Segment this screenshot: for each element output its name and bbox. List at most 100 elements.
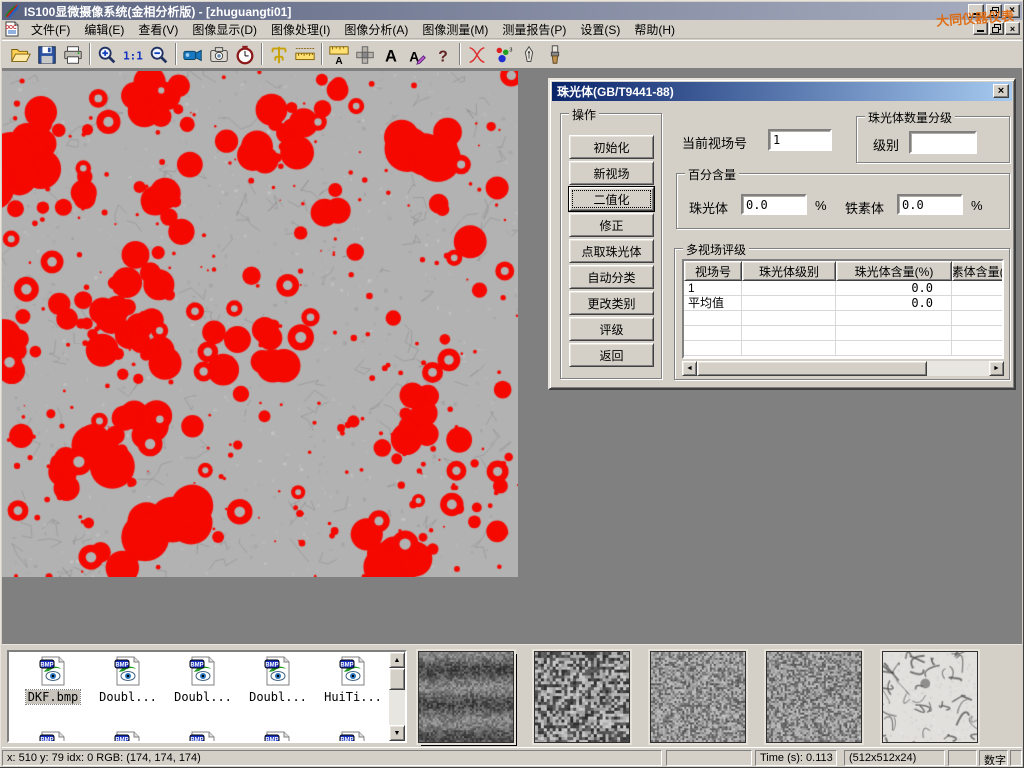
- measure-text-icon[interactable]: A: [326, 42, 352, 67]
- thumbnail-5[interactable]: [882, 651, 978, 743]
- table-row-5[interactable]: [684, 341, 1002, 356]
- scrollbar-thumb[interactable]: [389, 668, 405, 690]
- thumbnail-3[interactable]: [650, 651, 746, 743]
- scroll-up-button[interactable]: ▲: [389, 652, 405, 668]
- timer-icon[interactable]: [232, 42, 258, 67]
- caliper-icon[interactable]: [266, 42, 292, 67]
- file-item-clipped[interactable]: BMP: [319, 731, 387, 743]
- menu-文件(F)[interactable]: 文件(F): [24, 21, 77, 39]
- scroll-right-button[interactable]: ►: [989, 361, 1004, 376]
- table-row-3[interactable]: [684, 311, 1002, 326]
- dialog-button-自动分类[interactable]: 自动分类: [569, 265, 654, 289]
- grading-group: 珠光体数量分级 级别: [856, 116, 1010, 163]
- save-icon[interactable]: [34, 42, 60, 67]
- title-bar: IS100显微摄像系统(金相分析版) - [zhuguangti01] ×: [2, 2, 1022, 20]
- file-list: BMP DKF.bmp BMP Doubl... BMP Doubl... BM…: [7, 650, 407, 743]
- annotate-icon[interactable]: A: [404, 42, 430, 67]
- brush-tool-icon[interactable]: [542, 42, 568, 67]
- close-button[interactable]: ×: [1004, 4, 1020, 18]
- dialog-button-二值化[interactable]: 二值化: [569, 187, 654, 211]
- scrollbar-thumb[interactable]: [697, 361, 927, 376]
- restore-button[interactable]: [986, 4, 1002, 18]
- dialog-button-评级[interactable]: 评级: [569, 317, 654, 341]
- child-minimize-button[interactable]: [973, 22, 988, 35]
- menu-测量报告(P)[interactable]: 测量报告(P): [495, 21, 573, 39]
- window-title: IS100显微摄像系统(金相分析版) - [zhuguangti01]: [24, 3, 291, 20]
- dialog-title-bar[interactable]: 珠光体(GB/T9441-88): [552, 82, 1012, 101]
- scroll-left-button[interactable]: ◄: [682, 361, 697, 376]
- dialog-close-button[interactable]: ×: [993, 84, 1009, 98]
- grid-tool-icon[interactable]: [352, 42, 378, 67]
- table-row-1[interactable]: 10.0: [684, 281, 1002, 296]
- table-header-1[interactable]: 视场号: [684, 261, 742, 281]
- thumbnail-4[interactable]: [766, 651, 862, 743]
- file-item-Doubl...[interactable]: BMP Doubl...: [94, 656, 162, 704]
- curve-select-icon[interactable]: [464, 42, 490, 67]
- classify-points-icon[interactable]: 3: [490, 42, 516, 67]
- table-horizontal-scrollbar[interactable]: ◄ ►: [682, 361, 1004, 376]
- ferrite-percent-input[interactable]: [897, 194, 963, 215]
- file-item-Doubl...[interactable]: BMP Doubl...: [169, 656, 237, 704]
- child-close-button[interactable]: ×: [1005, 22, 1020, 35]
- dialog-button-新视场[interactable]: 新视场: [569, 161, 654, 185]
- zoom-in-icon[interactable]: [94, 42, 120, 67]
- ruler-icon[interactable]: [292, 42, 318, 67]
- file-item-Doubl...[interactable]: BMP Doubl...: [244, 656, 312, 704]
- toolbar-separator: [321, 43, 323, 65]
- zoom-out-icon[interactable]: [146, 42, 172, 67]
- table-header-4[interactable]: 铁素体含量(%): [952, 261, 1004, 281]
- bmp-file-icon: BMP: [38, 675, 68, 689]
- metallograph-image[interactable]: [2, 71, 518, 577]
- actual-size-icon[interactable]: 1:1: [120, 42, 146, 67]
- menu-查看(V)[interactable]: 查看(V): [131, 21, 185, 39]
- table-cell: [836, 311, 952, 326]
- current-field-input[interactable]: [768, 129, 832, 151]
- open-file-icon[interactable]: [8, 42, 34, 67]
- menu-编辑(E)[interactable]: 编辑(E): [77, 21, 131, 39]
- table-row-2[interactable]: 平均值0.0: [684, 296, 1002, 311]
- minimize-button[interactable]: [968, 4, 984, 18]
- table-header-3[interactable]: 珠光体含量(%): [836, 261, 952, 281]
- menu-图像分析(A)[interactable]: 图像分析(A): [337, 21, 415, 39]
- thumbnail-2[interactable]: [534, 651, 630, 743]
- scroll-down-button[interactable]: ▼: [389, 725, 405, 741]
- menu-帮助(H)[interactable]: 帮助(H): [627, 21, 682, 39]
- dialog-button-修正[interactable]: 修正: [569, 213, 654, 237]
- file-item-HuiTi...[interactable]: BMP HuiTi...: [319, 656, 387, 704]
- camera-capture-icon[interactable]: [206, 42, 232, 67]
- print-icon[interactable]: [60, 42, 86, 67]
- bmp-file-icon: BMP: [263, 675, 293, 689]
- table-cell: [742, 341, 836, 356]
- pen-tool-icon[interactable]: [516, 42, 542, 67]
- table-row-4[interactable]: [684, 326, 1002, 341]
- menu-图像测量(M)[interactable]: 图像测量(M): [415, 21, 495, 39]
- menu-设置(S)[interactable]: 设置(S): [573, 21, 627, 39]
- file-list-scrollbar[interactable]: ▲ ▼: [389, 652, 405, 741]
- dialog-button-更改类别[interactable]: 更改类别: [569, 291, 654, 315]
- thumbnail-1[interactable]: [418, 651, 514, 743]
- mdi-child-buttons: ×: [973, 22, 1020, 35]
- status-panel-empty: [1010, 750, 1022, 766]
- document-icon[interactable]: DOC: [4, 21, 20, 37]
- text-label-icon[interactable]: A: [378, 42, 404, 67]
- image-size-status: (512x512x24): [844, 750, 945, 766]
- pearlite-percent-input[interactable]: [741, 194, 807, 215]
- grade-input[interactable]: [909, 131, 977, 154]
- help-icon[interactable]: ?: [430, 42, 456, 67]
- menu-图像显示(D)[interactable]: 图像显示(D): [185, 21, 264, 39]
- file-item-clipped[interactable]: BMP: [169, 731, 237, 743]
- file-item-DKF.bmp[interactable]: BMP DKF.bmp: [19, 656, 87, 704]
- file-item-clipped[interactable]: BMP: [94, 731, 162, 743]
- video-capture-icon[interactable]: [180, 42, 206, 67]
- grade-label: 级别: [873, 135, 899, 154]
- file-item-clipped[interactable]: BMP: [19, 731, 87, 743]
- minimize-icon: [977, 25, 984, 32]
- file-item-clipped[interactable]: BMP: [244, 731, 312, 743]
- table-header-2[interactable]: 珠光体级别: [742, 261, 836, 281]
- dialog-button-点取珠光体[interactable]: 点取珠光体: [569, 239, 654, 263]
- child-restore-button[interactable]: [989, 22, 1004, 35]
- dialog-button-初始化[interactable]: 初始化: [569, 135, 654, 159]
- grading-group-label: 珠光体数量分级: [865, 109, 955, 126]
- menu-图像处理(I)[interactable]: 图像处理(I): [264, 21, 337, 39]
- dialog-button-返回[interactable]: 返回: [569, 343, 654, 367]
